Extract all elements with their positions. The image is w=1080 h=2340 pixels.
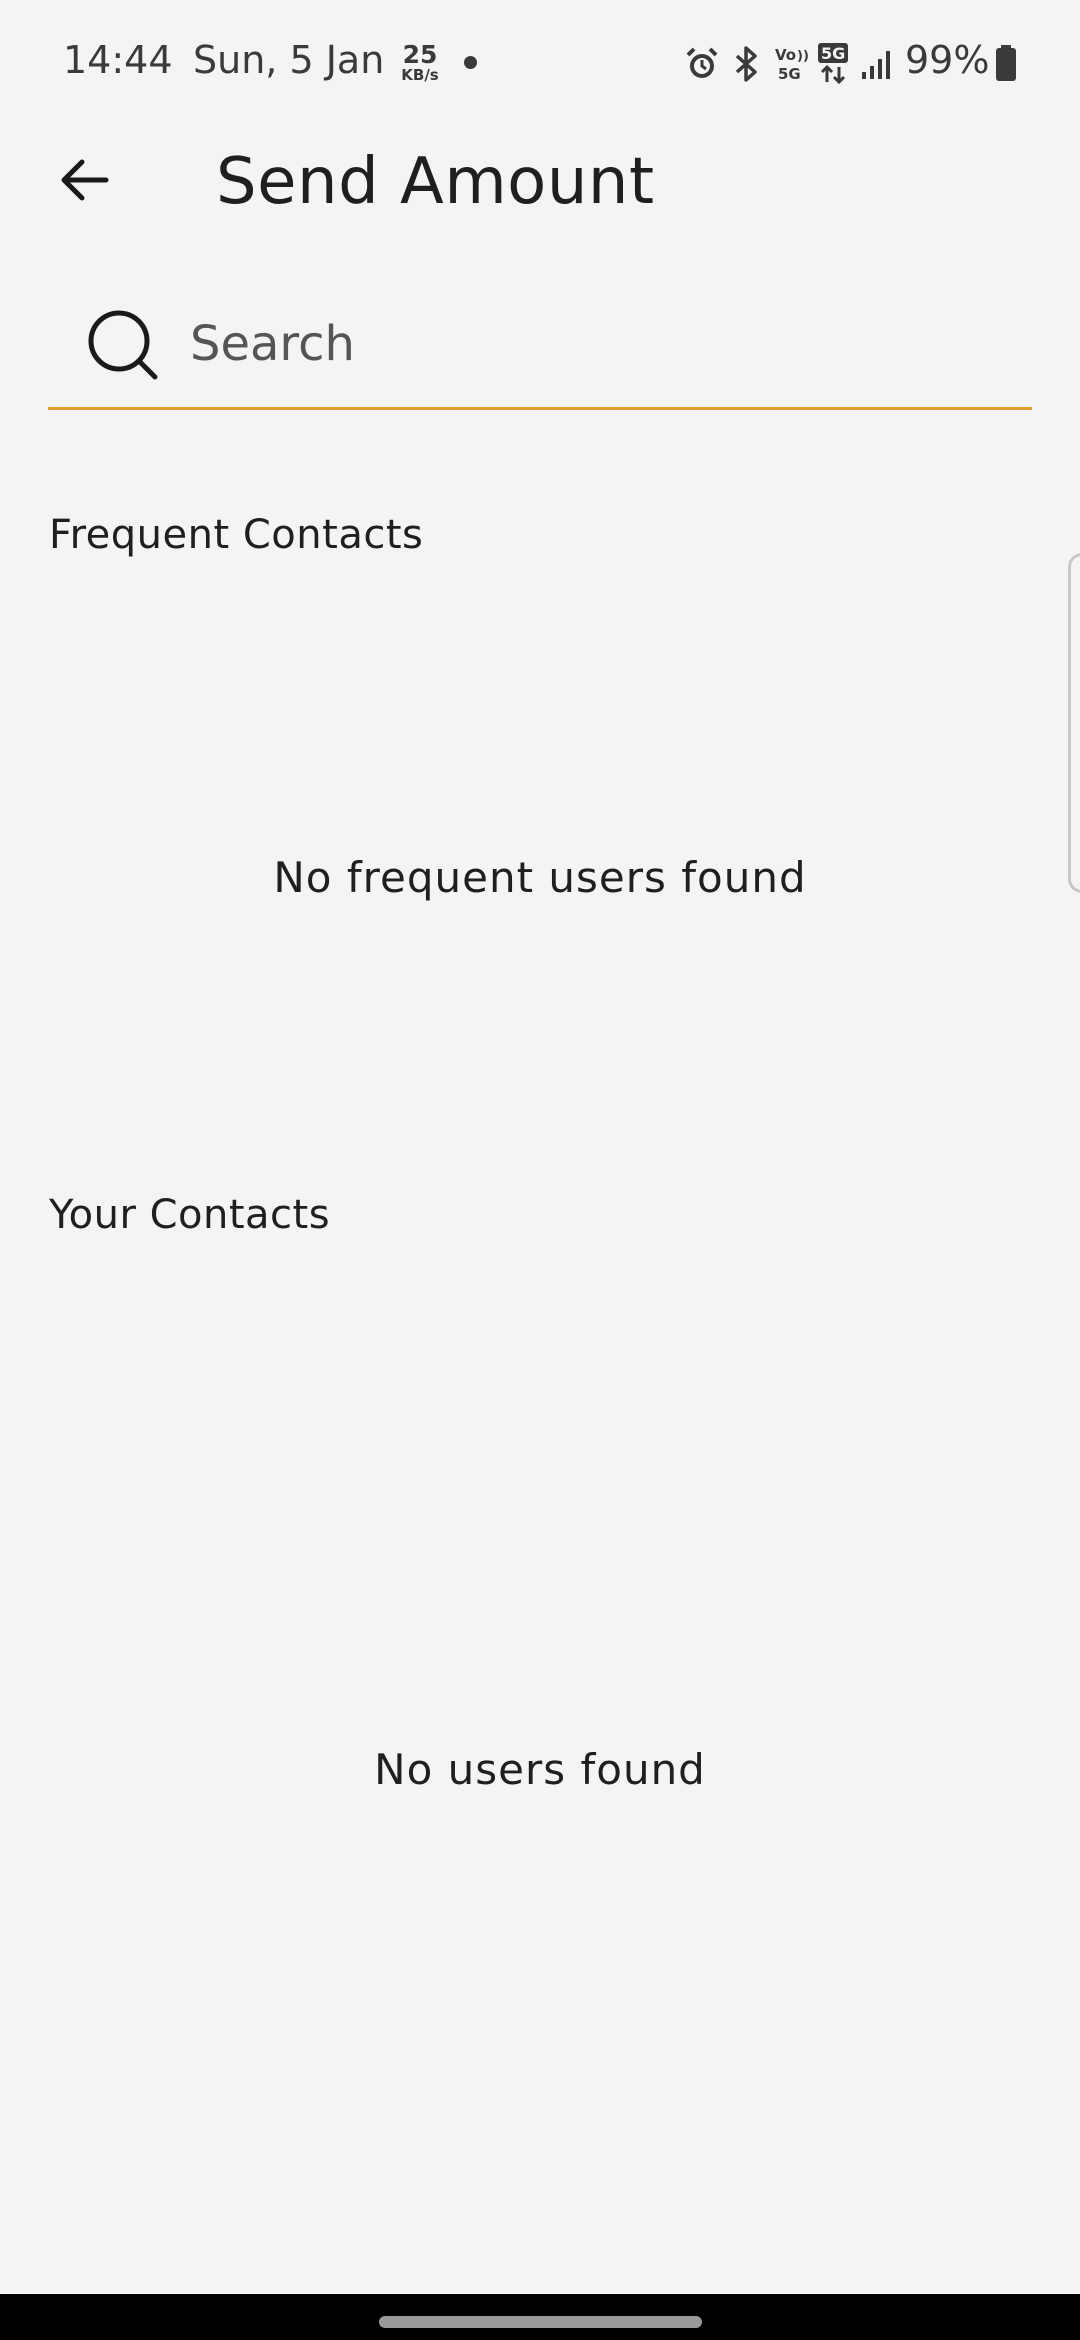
edge-panel-handle[interactable]	[1068, 553, 1080, 893]
network-speed-unit: KB/s	[401, 66, 439, 84]
page-title: Send Amount	[216, 145, 655, 219]
battery-icon	[996, 45, 1016, 81]
status-date: Sun, 5 Jan	[193, 38, 385, 82]
network-speed-value: 25	[402, 40, 438, 69]
notification-dot-icon	[464, 56, 477, 69]
signal-icon	[862, 51, 890, 79]
network-speed: 25 KB/s	[398, 42, 442, 83]
alarm-icon	[686, 47, 718, 78]
your-contacts-heading: Your Contacts	[49, 1192, 331, 1238]
navigation-bar	[0, 2294, 1080, 2340]
arrow-left-icon	[61, 159, 109, 201]
frequent-empty-message: No frequent users found	[273, 853, 807, 902]
battery-percent: 99%	[905, 38, 990, 82]
5g-icon: 5G	[818, 43, 848, 84]
svg-text:5G: 5G	[778, 65, 801, 83]
search-field[interactable]	[48, 290, 1032, 410]
status-time: 14:44	[63, 38, 173, 82]
contacts-empty-message: No users found	[374, 1745, 706, 1794]
svg-text:Vo: Vo	[775, 46, 796, 64]
status-bar: 14:44 Sun, 5 Jan 25 KB/s Vo )) 5G 5G 99%	[0, 0, 1080, 125]
search-input[interactable]	[190, 308, 990, 380]
bluetooth-icon	[735, 46, 757, 82]
home-gesture-handle[interactable]	[379, 2316, 702, 2328]
frequent-contacts-heading: Frequent Contacts	[49, 512, 424, 558]
svg-text:)): ))	[797, 49, 809, 64]
svg-text:5G: 5G	[821, 44, 845, 63]
back-button[interactable]	[44, 140, 124, 220]
volte-icon: Vo )) 5G	[775, 46, 809, 83]
search-icon	[88, 310, 158, 380]
